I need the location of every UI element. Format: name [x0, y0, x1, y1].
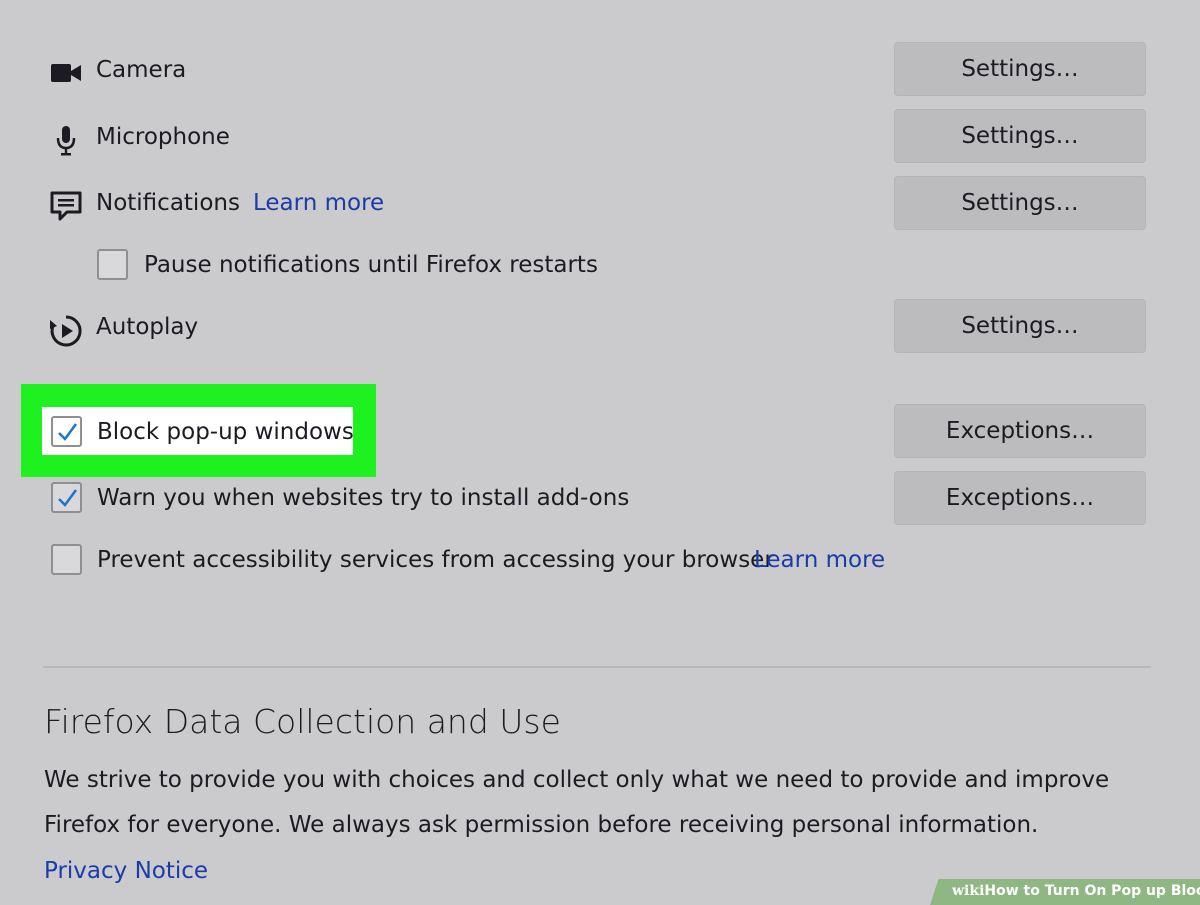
prevent-accessibility-label: Prevent accessibility services from acce…	[97, 547, 774, 573]
privacy-notice-link[interactable]: Privacy Notice	[44, 856, 208, 886]
block-popups-exceptions-button[interactable]: Exceptions…	[895, 405, 1145, 457]
microphone-settings-button[interactable]: Settings…	[895, 110, 1145, 162]
notifications-settings-button[interactable]: Settings…	[895, 177, 1145, 229]
speech-bubble-icon	[48, 188, 84, 224]
watermark-title: How to Turn On Pop up Blocker	[984, 883, 1200, 899]
camera-settings-button[interactable]: Settings…	[895, 43, 1145, 95]
block-popups-label: Block pop-up windows	[97, 419, 354, 445]
accessibility-learn-more-link[interactable]: Learn more	[754, 545, 885, 575]
data-collection-text-line2: Firefox for everyone. We always ask perm…	[44, 812, 1039, 838]
camera-label: Camera	[96, 57, 187, 83]
notifications-label: Notifications	[96, 190, 240, 216]
warn-addons-exceptions-button[interactable]: Exceptions…	[895, 472, 1145, 524]
play-circle-icon	[48, 313, 84, 349]
notifications-learn-more-link[interactable]: Learn more	[253, 188, 384, 218]
warn-addons-checkbox[interactable]	[51, 482, 82, 513]
watermark-text: wikiHow to Turn On Pop up Blocker	[952, 881, 1200, 901]
camera-icon	[48, 55, 84, 91]
pause-notifications-checkbox[interactable]	[97, 249, 128, 280]
microphone-icon	[48, 122, 84, 158]
prevent-accessibility-checkbox[interactable]	[51, 544, 82, 575]
autoplay-settings-button[interactable]: Settings…	[895, 300, 1145, 352]
pause-notifications-label: Pause notifications until Firefox restar…	[144, 252, 598, 278]
checkmark-icon	[58, 489, 78, 507]
data-collection-text-line1: We strive to provide you with choices an…	[44, 767, 1110, 793]
block-popups-checkbox[interactable]	[51, 416, 82, 447]
warn-addons-label: Warn you when websites try to install ad…	[97, 485, 630, 511]
watermark-brand: wiki	[952, 883, 985, 899]
section-divider	[43, 666, 1151, 668]
autoplay-label: Autoplay	[96, 314, 199, 340]
data-collection-heading: Firefox Data Collection and Use	[44, 702, 561, 741]
microphone-label: Microphone	[96, 124, 230, 150]
checkmark-icon	[58, 423, 78, 441]
